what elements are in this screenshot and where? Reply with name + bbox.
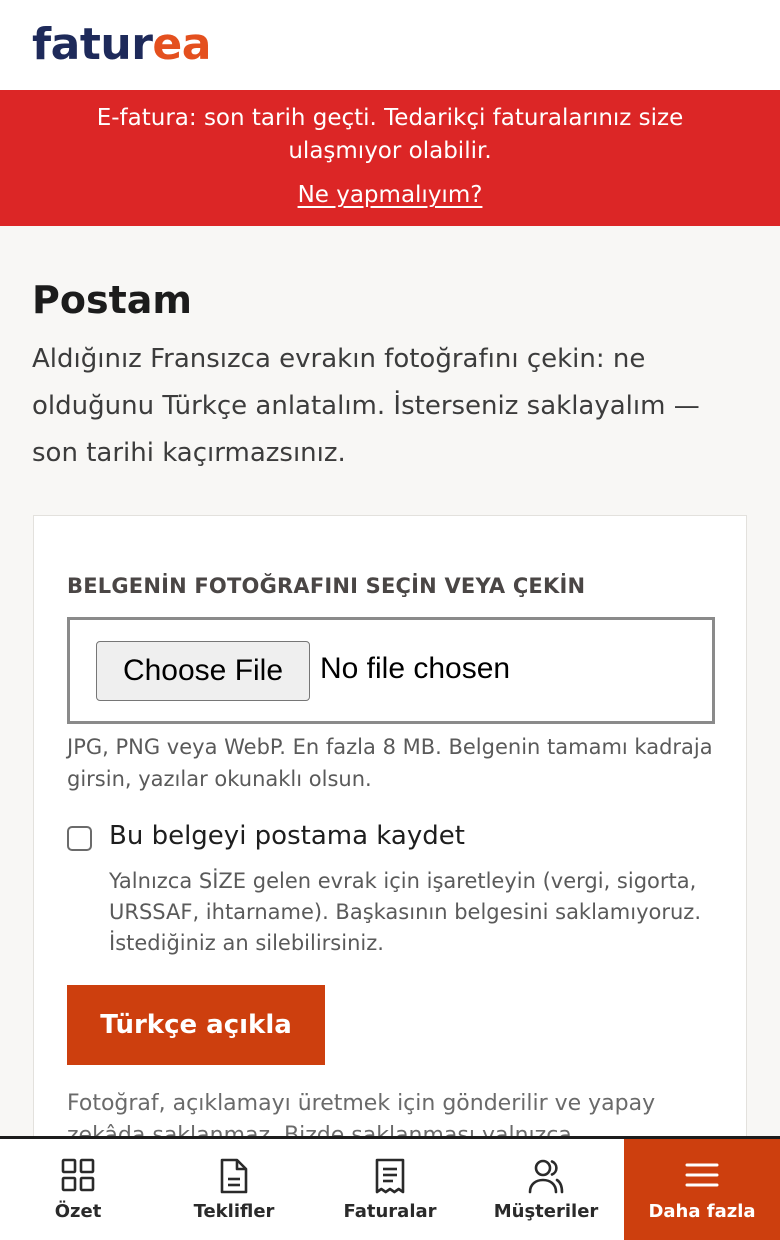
nav-item-faturalar[interactable]: Faturalar — [312, 1139, 468, 1240]
e-invoice-warning-banner: E-fatura: son tarih geçti. Tedarikçi fat… — [0, 90, 780, 226]
page-title: Postam — [32, 278, 192, 322]
document-icon — [220, 1158, 248, 1194]
file-input[interactable]: Choose File No file chosen — [67, 617, 715, 724]
explain-in-turkish-button[interactable]: Türkçe açıkla — [67, 985, 325, 1065]
save-to-mailbox-hint: Yalnızca SİZE gelen evrak için işaretley… — [109, 869, 702, 955]
nav-item-teklifler[interactable]: Teklifler — [156, 1139, 312, 1240]
banner-help-link[interactable]: Ne yapmalıyım? — [0, 182, 780, 208]
photo-field-label: BELGENİN FOTOĞRAFINI SEÇİN VEYA ÇEKİN — [67, 574, 586, 598]
banner-message: E-fatura: son tarih geçti. Tedarikçi fat… — [96, 105, 684, 164]
receipt-icon — [375, 1158, 405, 1194]
choose-file-button[interactable]: Choose File — [96, 641, 310, 701]
file-hint: JPG, PNG veya WebP. En fazla 8 MB. Belge… — [67, 735, 713, 791]
save-to-mailbox-checkbox[interactable] — [67, 826, 92, 851]
upload-card: BELGENİN FOTOĞRAFINI SEÇİN VEYA ÇEKİN Ch… — [33, 515, 747, 1155]
faturea-logo[interactable]: faturea — [32, 18, 211, 72]
logo-text-primary: fatur — [32, 19, 153, 70]
file-status-text: No file chosen — [320, 652, 511, 685]
users-icon — [528, 1159, 564, 1194]
bottom-navigation: Özet Teklifler Faturalar Müşteriler Daha… — [0, 1136, 780, 1240]
logo-text-accent: ea — [152, 19, 211, 70]
nav-label-musteriler: Müşteriler — [493, 1201, 599, 1222]
nav-label-daha-fazla: Daha fazla — [648, 1201, 756, 1222]
page-intro: Aldığınız Fransızca evrakın fotoğrafını … — [32, 344, 700, 468]
menu-icon — [685, 1163, 719, 1187]
nav-item-musteriler[interactable]: Müşteriler — [468, 1139, 624, 1240]
grid-icon — [61, 1158, 95, 1192]
save-to-mailbox-label[interactable]: Bu belgeyi postama kaydet — [109, 821, 465, 851]
nav-label-faturalar: Faturalar — [343, 1201, 437, 1222]
nav-item-ozet[interactable]: Özet — [0, 1139, 156, 1240]
nav-label-ozet: Özet — [54, 1201, 102, 1222]
app-header: faturea — [0, 0, 780, 90]
nav-item-daha-fazla[interactable]: Daha fazla — [624, 1139, 780, 1240]
nav-label-teklifler: Teklifler — [193, 1201, 275, 1222]
